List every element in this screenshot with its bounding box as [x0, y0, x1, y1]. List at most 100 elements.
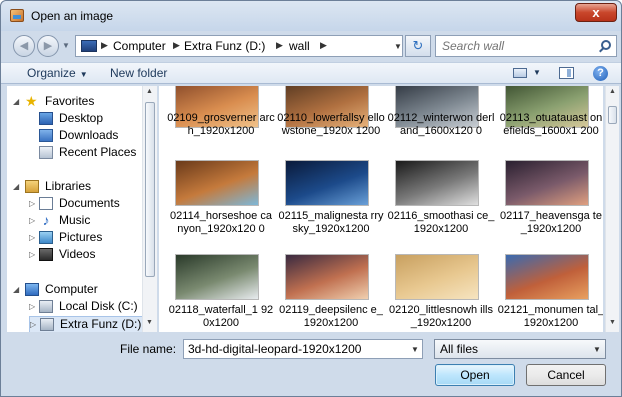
- close-button[interactable]: x: [575, 3, 617, 22]
- scroll-down-icon[interactable]: ▼: [609, 319, 616, 326]
- file-name-label: File name:: [120, 342, 177, 356]
- nav-libraries[interactable]: ◢ Libraries: [13, 179, 143, 196]
- image-thumbnail[interactable]: [285, 254, 369, 300]
- chevron-right-icon[interactable]: ▶: [101, 40, 108, 51]
- file-tile[interactable]: 02120_littlesnowh ills_1920x1200: [387, 252, 495, 332]
- scroll-up-icon[interactable]: ▲: [146, 88, 153, 95]
- file-type-dropdown-icon[interactable]: ▼: [593, 345, 601, 354]
- expand-arrow-icon[interactable]: ◢: [13, 182, 19, 191]
- chevron-down-icon: ▼: [79, 70, 88, 79]
- open-button[interactable]: Open: [435, 364, 515, 386]
- help-icon[interactable]: ?: [593, 66, 608, 81]
- file-tile[interactable]: 02109_grosverner arch_1920x1200: [167, 86, 275, 166]
- file-list-scrollbar[interactable]: ▲ ▼: [605, 86, 619, 332]
- music-icon: ♪: [42, 212, 50, 228]
- view-dropdown-icon[interactable]: ▼: [533, 68, 541, 77]
- preview-pane-icon[interactable]: [559, 67, 574, 79]
- scrollbar-thumb[interactable]: [608, 106, 617, 124]
- back-button[interactable]: ◀: [13, 35, 35, 57]
- open-image-dialog: Open an image x ◀ ▶ ▼ ▶ Computer ▶ Extra…: [0, 0, 622, 397]
- chevron-right-icon[interactable]: ▶: [173, 40, 180, 51]
- file-name-input[interactable]: 3d-hd-digital-leopard-1920x1200: [183, 339, 423, 359]
- scroll-up-icon[interactable]: ▲: [609, 88, 616, 95]
- new-folder-button[interactable]: New folder: [110, 66, 167, 80]
- forward-button[interactable]: ▶: [37, 35, 59, 57]
- file-name: 02110_lowerfallsy ellowstone_1920x 1200: [277, 112, 385, 137]
- nav-pictures[interactable]: ▷ Pictures: [29, 230, 147, 247]
- breadcrumb-wall[interactable]: wall: [289, 39, 310, 53]
- expand-arrow-icon[interactable]: ◢: [13, 285, 19, 294]
- image-thumbnail[interactable]: [395, 160, 479, 206]
- image-thumbnail[interactable]: [285, 160, 369, 206]
- expand-arrow-icon[interactable]: ◢: [13, 97, 19, 106]
- organize-label: Organize: [27, 66, 76, 80]
- cancel-button[interactable]: Cancel: [526, 364, 606, 386]
- collapse-arrow-icon[interactable]: ▷: [30, 320, 36, 329]
- nav-computer[interactable]: ◢ Computer: [13, 282, 143, 299]
- refresh-button[interactable]: ↻: [405, 35, 431, 57]
- file-tile[interactable]: 02114_horseshoe canyon_1920x120 0: [167, 158, 275, 248]
- collapse-arrow-icon[interactable]: ▷: [29, 216, 35, 225]
- recent-locations-chevron-icon[interactable]: ▼: [62, 41, 70, 50]
- organize-button[interactable]: Organize ▼: [27, 66, 88, 80]
- computer-icon: [25, 283, 39, 296]
- nav-local-disk[interactable]: ▷ Local Disk (C:): [29, 299, 147, 316]
- file-name: 02117_heavensga te_1920x1200: [500, 210, 602, 235]
- nav-music[interactable]: ▷ ♪ Music: [29, 213, 147, 230]
- image-thumbnail[interactable]: [175, 160, 259, 206]
- file-name: 02112_winterwon derland_1600x120 0: [387, 112, 495, 137]
- chevron-right-icon[interactable]: ▶: [320, 40, 327, 51]
- nav-documents[interactable]: ▷ Documents: [29, 196, 147, 213]
- breadcrumb-extra-funz[interactable]: Extra Funz (D:): [184, 39, 265, 53]
- documents-icon: [39, 197, 53, 210]
- file-name-dropdown-icon[interactable]: ▼: [411, 345, 419, 354]
- nav-documents-label: Documents: [59, 196, 120, 210]
- nav-extra-funz[interactable]: ▷ Extra Funz (D:): [29, 316, 147, 332]
- scrollbar-thumb[interactable]: [145, 102, 155, 277]
- nav-recent-label: Recent Places: [59, 145, 137, 159]
- collapse-arrow-icon[interactable]: ▷: [29, 199, 35, 208]
- nav-favorites[interactable]: ◢ ★ Favorites: [13, 94, 143, 111]
- image-thumbnail[interactable]: [505, 254, 589, 300]
- file-tile[interactable]: 02121_monumen tal_1920x1200: [497, 252, 603, 332]
- collapse-arrow-icon[interactable]: ▷: [29, 233, 35, 242]
- scroll-down-icon[interactable]: ▼: [146, 319, 153, 326]
- address-dropdown-icon[interactable]: ▼: [394, 42, 402, 51]
- nav-desktop[interactable]: Desktop: [37, 111, 147, 128]
- nav-downloads[interactable]: Downloads: [37, 128, 147, 145]
- file-name: 02114_horseshoe canyon_1920x120 0: [170, 210, 272, 235]
- image-thumbnail[interactable]: [505, 160, 589, 206]
- pictures-icon: [39, 231, 53, 244]
- local-disk-icon: [39, 300, 53, 313]
- image-thumbnail[interactable]: [395, 254, 479, 300]
- search-box[interactable]: [435, 35, 617, 57]
- file-tile[interactable]: 02118_waterfall_1 920x1200: [167, 252, 275, 332]
- nav-recent-places[interactable]: Recent Places: [37, 145, 147, 162]
- file-name: 02116_smoothasi ce_1920x1200: [387, 210, 495, 235]
- file-tile[interactable]: 02110_lowerfallsy ellowstone_1920x 1200: [277, 86, 385, 166]
- nav-videos[interactable]: ▷ Videos: [29, 247, 147, 264]
- collapse-arrow-icon[interactable]: ▷: [29, 302, 35, 311]
- navigation-scrollbar[interactable]: ▲ ▼: [142, 86, 157, 332]
- search-icon[interactable]: [601, 40, 611, 50]
- nav-favorites-label: Favorites: [45, 94, 95, 108]
- collapse-arrow-icon[interactable]: ▷: [29, 250, 35, 259]
- file-tile[interactable]: 02116_smoothasi ce_1920x1200: [387, 158, 495, 248]
- file-tile[interactable]: 02115_malignesta rrysky_1920x1200: [277, 158, 385, 248]
- image-thumbnail[interactable]: [175, 254, 259, 300]
- file-tile[interactable]: 02119_deepsilenc e_1920x1200: [277, 252, 385, 332]
- chevron-right-icon[interactable]: ▶: [276, 40, 283, 51]
- search-input[interactable]: [442, 37, 592, 55]
- file-type-select[interactable]: All files: [434, 339, 606, 359]
- title-bar: Open an image x: [1, 1, 621, 31]
- file-tile[interactable]: 02117_heavensga te_1920x1200: [497, 158, 603, 248]
- file-tile[interactable]: 02113_otuatauast onefields_1600x1 200: [497, 86, 603, 166]
- file-tile[interactable]: 02112_winterwon derland_1600x120 0: [387, 86, 495, 166]
- window-title: Open an image: [31, 9, 114, 23]
- nav-desktop-label: Desktop: [59, 111, 104, 125]
- change-view-icon[interactable]: [513, 68, 527, 78]
- address-bar[interactable]: ▶ Computer ▶ Extra Funz (D:) ▶ wall ▶ ▼: [75, 35, 403, 57]
- nav-downloads-label: Downloads: [59, 128, 119, 142]
- breadcrumb-computer[interactable]: Computer: [113, 39, 166, 53]
- file-name: 02118_waterfall_1 920x1200: [168, 304, 274, 329]
